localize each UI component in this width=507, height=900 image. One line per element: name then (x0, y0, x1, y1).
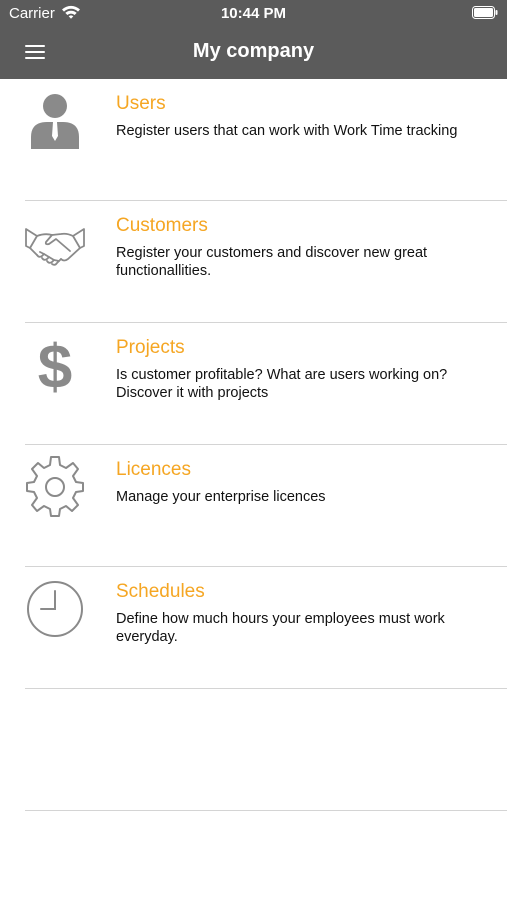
list-item-projects[interactable]: $ Projects Is customer profitable? What … (25, 323, 507, 445)
gear-icon (25, 455, 85, 517)
item-title: Projects (116, 337, 185, 358)
item-description: Is customer profitable? What are users w… (116, 367, 448, 401)
item-title: Schedules (116, 581, 205, 602)
list-item-schedules[interactable]: Schedules Define how much hours your emp… (25, 567, 507, 689)
page-title: My company (192, 40, 315, 62)
svg-text:$: $ (38, 333, 72, 395)
user-icon (25, 89, 85, 151)
handshake-icon (25, 211, 85, 273)
empty-row (25, 689, 507, 811)
item-description: Manage your enterprise licences (116, 489, 326, 505)
clock-icon (25, 577, 85, 639)
dollar-icon: $ (25, 333, 85, 402)
item-description: Register users that can work with Work T… (116, 123, 458, 139)
item-title: Customers (116, 215, 208, 236)
item-title: Users (116, 93, 166, 114)
list-item-users[interactable]: Users Register users that can work with … (25, 79, 507, 201)
clock-time: 10:44 PM (220, 5, 287, 22)
item-title: Licences (116, 459, 191, 480)
status-bar: Carrier 10:44 PM (0, 0, 507, 27)
navigation-bar: My company (0, 27, 507, 79)
list-item-licences[interactable]: Licences Manage your enterprise licences (25, 445, 507, 567)
menu-list: Users Register users that can work with … (0, 79, 507, 811)
item-description: Define how much hours your employees mus… (116, 611, 445, 645)
item-description: Register your customers and discover new… (116, 245, 428, 279)
list-item-customers[interactable]: Customers Register your customers and di… (25, 201, 507, 323)
battery-icon (472, 6, 498, 19)
